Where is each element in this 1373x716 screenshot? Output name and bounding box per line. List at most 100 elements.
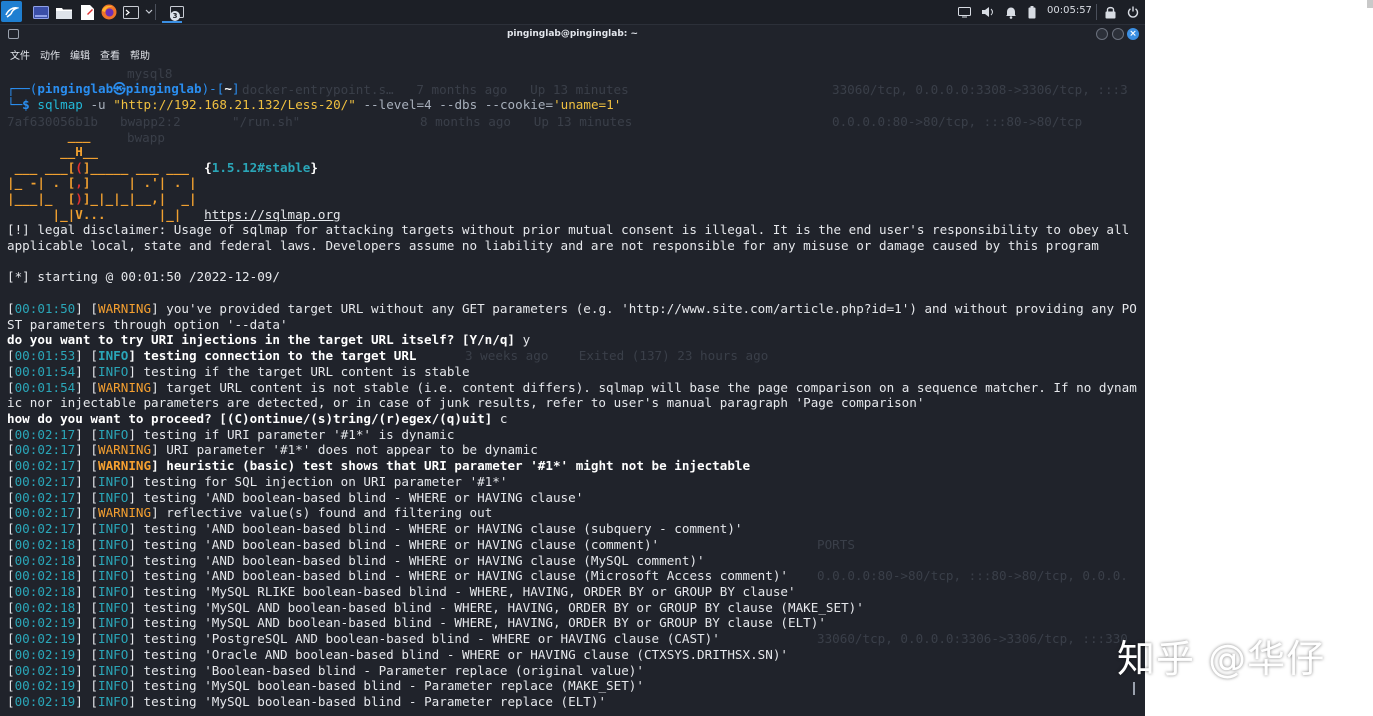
banner-line: __H__ [7,144,98,159]
ghost-text: 0.0.0.0:80->80/tcp, :::80->80/tcp, 0.0.0… [817,568,1128,583]
terminal-output[interactable]: mysql8 docker-entrypoint.s… 7 months ago… [0,63,1145,716]
log-line: [00:02:18] [INFO] testing 'AND boolean-b… [7,568,789,584]
ghost-text: 3 weeks ago Exited (137) 23 hours ago [465,348,769,363]
log-timestamp: 00:02:18 [14,599,76,615]
window-count-badge: 3 [170,11,180,21]
question-text: how do you want to proceed? [(C)ontinue/… [7,411,500,427]
prompt-question-line: how do you want to proceed? [(C)ontinue/… [7,411,507,427]
log-level: INFO [98,363,129,379]
log-level: INFO [98,521,129,537]
log-line: [00:02:17] [INFO] testing 'AND boolean-b… [7,489,584,505]
window-titlebar[interactable]: pinginglab@pinginglab: ~ [0,25,1145,45]
log-message: testing 'AND boolean-based blind - WHERE… [135,489,584,505]
volume-icon[interactable] [979,3,997,21]
ghost-text: bwapp [127,130,165,145]
log-message: reflective value(s) found and filtering … [158,505,493,521]
log-continuation-line: ST parameters through option '--data' [7,316,288,332]
scrollbar-handle[interactable] [1133,682,1135,695]
log-message: testing 'AND boolean-based blind - WHERE… [135,521,743,537]
log-message: testing connection to the target URL [135,348,417,364]
log-message: testing 'AND boolean-based blind - WHERE… [135,552,705,568]
menu-bar: 文件 动作 编辑 查看 帮助 [0,45,1145,63]
sqlmap-url-link[interactable]: https://sqlmap.org [204,207,340,222]
log-level: INFO [98,348,129,364]
log-line: [00:02:19] [INFO] testing 'MySQL boolean… [7,694,607,709]
log-level: INFO [98,599,129,615]
log-message: testing for SQL injection on URI paramet… [135,473,508,489]
log-line: [00:01:53] [INFO] testing connection to … [7,348,417,364]
log-line: [00:02:17] [INFO] testing if URI paramet… [7,426,455,442]
menu-view[interactable]: 查看 [100,47,120,62]
log-level: INFO [98,473,129,489]
log-level: INFO [98,536,129,552]
disclaimer-line: applicable local, state and federal laws… [7,238,1099,253]
log-message: testing 'AND boolean-based blind - WHERE… [135,568,789,584]
close-icon: × [1129,29,1137,39]
log-timestamp: 00:02:19 [14,631,76,647]
log-level: INFO [98,489,129,505]
display-icon[interactable] [955,3,973,21]
kali-menu-icon[interactable] [1,1,22,22]
log-timestamp: 00:02:19 [14,646,76,662]
log-level: INFO [98,552,129,568]
log-line: [00:02:19] [INFO] testing 'Oracle AND bo… [7,646,789,662]
log-message: target URL content is not stable (i.e. c… [158,379,1137,395]
minimize-button[interactable] [1096,28,1108,40]
log-line: [00:02:18] [INFO] testing 'AND boolean-b… [7,552,705,568]
clock[interactable]: 00:05:57 [1047,5,1092,16]
question-text: do you want to try URI injections in the… [7,332,523,348]
log-line: [00:02:19] [INFO] testing 'MySQL boolean… [7,678,644,694]
log-timestamp: 00:02:19 [14,678,76,694]
log-timestamp: 00:02:18 [14,568,76,584]
log-line: [00:02:17] [WARNING] URI parameter '#1*'… [7,442,538,458]
right-edge-area [1145,0,1373,716]
edge-mark [1367,0,1373,8]
prompt-at: ㉿ [113,81,126,96]
terminal-icon[interactable] [122,3,140,21]
file-manager-icon[interactable] [55,3,73,21]
log-message: testing 'MySQL AND boolean-based blind -… [135,599,864,615]
battery-icon[interactable] [1023,3,1041,21]
log-timestamp: 00:02:19 [14,662,76,678]
log-line: [00:02:17] [INFO] testing 'AND boolean-b… [7,521,743,537]
close-button[interactable]: × [1127,28,1139,40]
ghost-text: PORTS [817,537,855,552]
log-message: testing 'MySQL RLIKE boolean-based blind… [135,583,796,599]
banner-line: |_|V... |_| https://sqlmap.org [7,207,341,222]
desktop-screen: 3 00:05:57 pinginglab@pinginglab: ~ × 文件 [0,0,1145,716]
desktop-icon[interactable] [32,3,50,21]
log-timestamp: 00:02:18 [14,583,76,599]
banner-line: ___ ___[(]_____ ___ ___ {1.5.12#stable} [7,160,318,175]
disclaimer-line: [!] legal disclaimer: Usage of sqlmap fo… [7,222,1130,237]
watermark: 知乎 @华仔 [1117,637,1326,681]
log-level: WARNING [98,505,152,521]
log-message: testing 'MySQL boolean-based blind - Par… [135,694,607,709]
log-timestamp: 00:02:17 [14,489,76,505]
maximize-button[interactable] [1112,28,1124,40]
menu-file[interactable]: 文件 [10,47,30,62]
log-timestamp: 00:01:53 [14,348,76,364]
menu-help[interactable]: 帮助 [130,47,150,62]
menu-edit[interactable]: 编辑 [70,47,90,62]
command-line: └─$ sqlmap -u "http://192.168.21.132/Les… [7,97,622,112]
log-level: INFO [98,568,129,584]
log-timestamp: 00:02:17 [14,505,76,521]
ghost-text: "/run.sh" [232,114,301,129]
log-level: INFO [98,662,129,678]
notification-bell-icon[interactable] [1002,3,1020,21]
power-icon[interactable] [1124,3,1142,21]
log-level: INFO [98,694,129,709]
ghost-text: 8 months ago Up 13 minutes [420,114,633,129]
firefox-icon[interactable] [100,3,118,21]
ghost-text: 33060/tcp, 0.0.0.0:3306->3306/tcp, :::33… [817,631,1128,646]
banner-line: ___ [7,128,91,143]
top-panel: 3 00:05:57 [0,0,1145,25]
text-editor-icon[interactable] [78,3,96,21]
answer-text: y [522,332,531,348]
log-timestamp: 00:02:18 [14,552,76,568]
log-timestamp: 00:01:54 [14,363,76,379]
menu-actions[interactable]: 动作 [40,47,60,62]
prompt-question-line: do you want to try URI injections in the… [7,332,530,348]
lock-icon[interactable] [1101,3,1119,21]
log-timestamp: 00:02:17 [14,442,76,458]
